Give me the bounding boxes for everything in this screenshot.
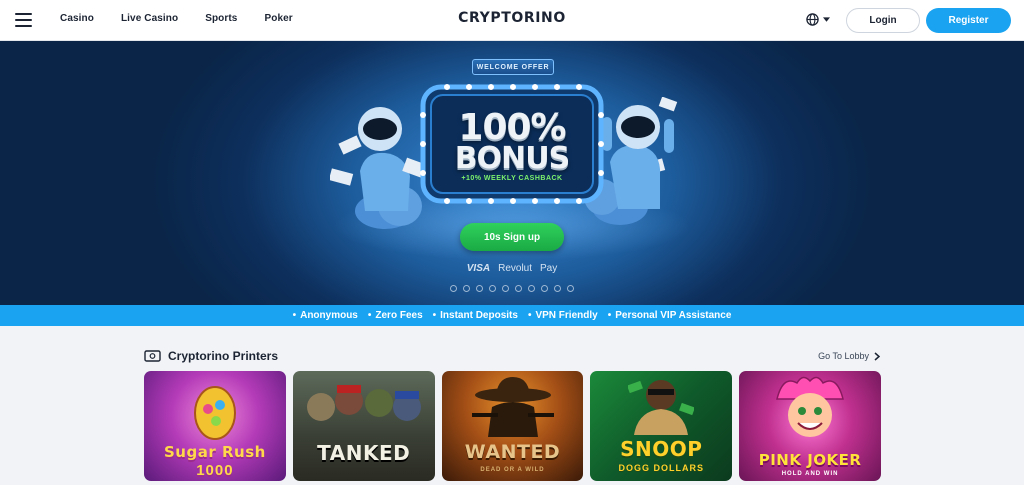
- feature-item: • VPN Friendly: [528, 310, 598, 321]
- crypto-icons-row: [0, 285, 1024, 292]
- go-to-lobby-link[interactable]: Go To Lobby: [818, 351, 880, 361]
- nav-poker[interactable]: Poker: [264, 13, 292, 24]
- section-title: Cryptorino Printers: [144, 349, 278, 363]
- feature-label: Anonymous: [300, 310, 358, 321]
- nav-casino[interactable]: Casino: [60, 13, 94, 24]
- language-selector[interactable]: [806, 13, 830, 26]
- feature-item: • Anonymous: [293, 310, 358, 321]
- marquee-frame: [420, 84, 604, 204]
- characters-illustration: [306, 385, 421, 421]
- bullet-icon: •: [367, 310, 372, 321]
- cowboy-illustration: [471, 377, 554, 437]
- chevron-down-icon: [823, 17, 830, 22]
- bullet-icon: •: [607, 310, 612, 321]
- main-nav: Casino Live Casino Sports Poker: [60, 13, 320, 24]
- feature-label: Instant Deposits: [440, 310, 518, 321]
- go-to-lobby-label: Go To Lobby: [818, 351, 869, 361]
- globe-icon: [806, 13, 819, 26]
- welcome-offer-tag: WELCOME OFFER: [472, 59, 554, 75]
- logo[interactable]: CRYPTORINO: [458, 10, 566, 26]
- game-title: TANKED: [317, 441, 411, 465]
- revolut-logo: Revolut: [498, 263, 532, 274]
- game-title: PINK JOKER: [758, 451, 862, 469]
- game-card-tanked[interactable]: TANKED: [292, 371, 435, 481]
- game-card-sugar-rush[interactable]: Sugar Rush 1000: [144, 371, 286, 481]
- joker-illustration: [776, 376, 845, 437]
- bullet-icon: •: [527, 310, 532, 321]
- rapper-illustration: [628, 380, 695, 435]
- register-button[interactable]: Register: [926, 8, 1011, 33]
- game-card-snoop-dogg-dollars[interactable]: SNOOP DOGG DOLLARS: [590, 371, 733, 481]
- section-header: Cryptorino Printers Go To Lobby: [144, 347, 880, 365]
- game-card-pink-joker[interactable]: PINK JOKER HOLD AND WIN: [739, 371, 881, 481]
- payment-methods: VISA Revolut Pay: [0, 263, 1024, 274]
- bullet-icon: •: [292, 310, 297, 321]
- game-title: WANTED: [464, 441, 561, 463]
- game-subtitle: DOGG DOLLARS: [618, 463, 705, 473]
- signup-button[interactable]: 10s Sign up: [460, 223, 564, 251]
- game-subtitle: 1000: [196, 462, 234, 479]
- solana-icon: [554, 285, 561, 292]
- visa-logo: VISA: [466, 263, 491, 274]
- chainlink-icon: [567, 285, 574, 292]
- cash-icon: [144, 350, 161, 362]
- cardano-icon: [541, 285, 548, 292]
- bitcoin-icon: [450, 285, 457, 292]
- hero-banner[interactable]: WELCOME OFFER 100% BONUS +10% WEEKLY CAS…: [0, 41, 1024, 305]
- candy-egg-illustration: [194, 386, 236, 440]
- login-button[interactable]: Login: [846, 8, 920, 33]
- game-title: SNOOP: [620, 437, 703, 461]
- feature-label: Personal VIP Assistance: [615, 310, 732, 321]
- tether-icon: [476, 285, 483, 292]
- litecoin-icon: [515, 285, 522, 292]
- section-title-text: Cryptorino Printers: [168, 349, 279, 363]
- tron-icon: [489, 285, 496, 292]
- game-card-wanted[interactable]: WANTED DEAD OR A WILD: [441, 371, 584, 481]
- games-row: Sugar Rush 1000 TANKED WANTED DEAD OR A …: [144, 371, 881, 481]
- top-header: Casino Live Casino Sports Poker CRYPTORI…: [0, 0, 1024, 41]
- chevron-right-icon: [874, 351, 880, 361]
- dogecoin-icon: [528, 285, 535, 292]
- game-title: Sugar Rush: [164, 443, 266, 461]
- bullet-icon: •: [432, 310, 437, 321]
- nav-live-casino[interactable]: Live Casino: [121, 13, 178, 24]
- feature-label: Zero Fees: [375, 310, 423, 321]
- hamburger-icon[interactable]: [15, 13, 32, 27]
- ethereum-icon: [463, 285, 470, 292]
- xrp-icon: [502, 285, 509, 292]
- apple-pay-logo: Pay: [540, 263, 558, 274]
- nav-sports[interactable]: Sports: [205, 13, 237, 24]
- feature-item: • Personal VIP Assistance: [608, 310, 732, 321]
- game-subtitle: DEAD OR A WILD: [480, 467, 545, 473]
- feature-strip: • Anonymous • Zero Fees • Instant Deposits …: [0, 305, 1024, 326]
- feature-item: • Instant Deposits: [433, 310, 518, 321]
- feature-item: • Zero Fees: [368, 310, 423, 321]
- feature-label: VPN Friendly: [535, 310, 598, 321]
- game-subtitle: HOLD AND WIN: [781, 471, 839, 477]
